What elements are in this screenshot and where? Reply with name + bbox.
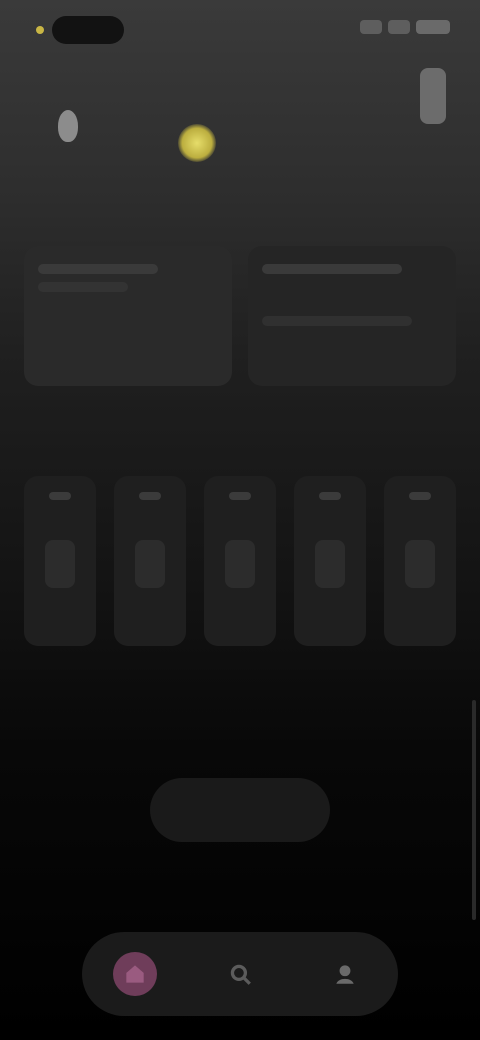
weather-icon: [135, 540, 165, 588]
wifi-icon: [388, 20, 410, 34]
card-line: [38, 282, 128, 292]
day-column[interactable]: [294, 476, 366, 646]
day-column[interactable]: [384, 476, 456, 646]
weather-icon: [225, 540, 255, 588]
scrollbar[interactable]: [472, 700, 476, 920]
stats-cards: [24, 246, 456, 386]
battery-icon: [416, 20, 450, 34]
menu-button[interactable]: [420, 68, 446, 124]
notification-dot-icon: [36, 26, 44, 34]
app-screen: [0, 0, 480, 1040]
stat-card[interactable]: [24, 246, 232, 386]
day-column[interactable]: [204, 476, 276, 646]
status-left: [36, 16, 124, 44]
weather-icon: [405, 540, 435, 588]
weather-icon: [315, 540, 345, 588]
status-pill: [52, 16, 124, 44]
bottom-nav: [82, 932, 398, 1016]
status-bar: [0, 0, 480, 56]
card-line: [262, 316, 412, 326]
home-icon[interactable]: [112, 952, 157, 996]
profile-icon[interactable]: [323, 952, 367, 996]
card-line: [38, 264, 158, 274]
status-right: [360, 20, 450, 34]
drop-icon: [56, 106, 82, 146]
card-line: [262, 264, 402, 274]
search-icon[interactable]: [218, 952, 262, 996]
primary-action-button[interactable]: [150, 778, 330, 842]
day-column[interactable]: [24, 476, 96, 646]
header: [0, 56, 480, 186]
sun-icon: [178, 124, 216, 162]
stat-card[interactable]: [248, 246, 456, 386]
day-column[interactable]: [114, 476, 186, 646]
weather-icon: [45, 540, 75, 588]
signal-icon: [360, 20, 382, 34]
day-columns: [24, 476, 456, 646]
